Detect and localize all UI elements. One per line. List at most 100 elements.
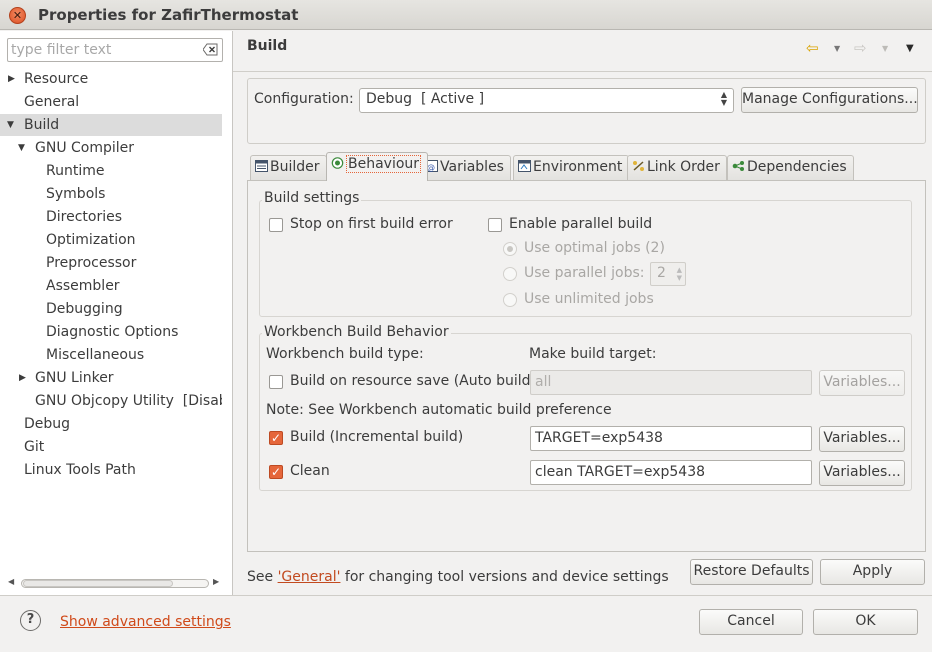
tree-item-git[interactable]: Git — [0, 436, 232, 459]
parallel-jobs-value: 2 — [657, 265, 666, 281]
behaviour-icon — [331, 157, 344, 169]
tree-item-debugging[interactable]: Debugging — [0, 298, 232, 321]
tree-item-debug[interactable]: Debug — [0, 413, 232, 436]
tab-behaviour[interactable]: Behaviour — [326, 152, 429, 181]
show-advanced-settings-link[interactable]: Show advanced settings — [60, 614, 231, 630]
tree-item-optimization[interactable]: Optimization — [0, 229, 232, 252]
incremental-variables-button[interactable]: Variables... — [819, 426, 905, 452]
back-arrow-icon[interactable]: ⇦ — [806, 39, 819, 57]
tree-item-resource[interactable]: ▶ Resource — [0, 68, 232, 91]
tab-link-order[interactable]: Link Order — [627, 155, 727, 180]
page-title: Build — [247, 38, 288, 54]
tree-item-linux-tools-path[interactable]: Linux Tools Path — [0, 459, 232, 482]
tree-item-label: Preprocessor — [46, 255, 137, 271]
workbench-legend: Workbench Build Behavior — [262, 324, 451, 340]
collapsed-arrow-icon[interactable]: ▶ — [8, 68, 15, 90]
tab-variables[interactable]: @ Variables — [420, 155, 511, 180]
tree-item-gnu-objcopy[interactable]: GNU Objcopy Utility [Disabl — [0, 390, 222, 413]
use-optimal-jobs-label: Use optimal jobs (2) — [524, 240, 665, 256]
configuration-select[interactable]: Debug [ Active ] ▲ ▼ — [359, 88, 734, 113]
scroll-left-icon[interactable]: ◀ — [8, 577, 14, 586]
incremental-build-checkbox[interactable]: ✓ — [269, 431, 283, 445]
expanded-arrow-icon[interactable]: ▼ — [18, 137, 25, 159]
tab-label: Environment — [533, 159, 623, 175]
scroll-right-icon[interactable]: ▶ — [213, 577, 219, 586]
clean-target-field[interactable]: clean TARGET=exp5438 — [530, 460, 812, 485]
scrollbar-thumb[interactable] — [23, 580, 173, 587]
enable-parallel-build-checkbox[interactable] — [488, 218, 502, 232]
forward-arrow-icon[interactable]: ⇨ — [854, 39, 867, 57]
header-separator — [233, 71, 932, 72]
tree-item-build[interactable]: ▼ Build — [0, 114, 232, 137]
expanded-arrow-icon[interactable]: ▼ — [7, 114, 14, 136]
tree-item-label: Directories — [46, 209, 123, 225]
use-unlimited-jobs-label: Use unlimited jobs — [524, 291, 654, 307]
auto-build-label: Build on resource save (Auto build) — [290, 373, 537, 389]
ok-button[interactable]: OK — [813, 609, 918, 635]
tree-item-label: Runtime — [46, 163, 105, 179]
clean-variables-button[interactable]: Variables... — [819, 460, 905, 486]
tree-item-gnu-compiler[interactable]: ▼ GNU Compiler — [0, 137, 232, 160]
spinner-arrows-icon[interactable]: ▲ ▼ — [677, 266, 682, 282]
view-menu-icon[interactable]: ▼ — [906, 43, 914, 54]
incremental-build-target-field[interactable]: TARGET=exp5438 — [530, 426, 812, 451]
tab-label: Link Order — [647, 159, 720, 175]
tree-item-general[interactable]: General — [0, 91, 232, 114]
window-title: Properties for ZafirThermostat — [38, 6, 299, 24]
collapsed-arrow-icon[interactable]: ▶ — [19, 367, 26, 389]
forward-history-icon[interactable]: ▼ — [882, 44, 888, 53]
builder-icon — [255, 160, 268, 172]
stop-on-first-error-checkbox[interactable] — [269, 218, 283, 232]
filter-box[interactable] — [7, 38, 223, 62]
restore-defaults-button[interactable]: Restore Defaults — [690, 559, 813, 585]
tab-environment[interactable]: Environment — [513, 155, 630, 180]
clean-checkbox[interactable]: ✓ — [269, 465, 283, 479]
configuration-label: Configuration: — [254, 91, 354, 107]
back-history-icon[interactable]: ▼ — [834, 44, 840, 53]
title-bar: ✕ Properties for ZafirThermostat — [0, 0, 932, 30]
tree-item-gnu-linker[interactable]: ▶ GNU Linker — [0, 367, 232, 390]
tree-item-symbols[interactable]: Symbols — [0, 183, 232, 206]
workbench-note: Note: See Workbench automatic build pref… — [266, 402, 612, 418]
auto-build-target-field[interactable]: all — [530, 370, 812, 395]
tab-label: Dependencies — [747, 159, 847, 175]
tree-item-miscellaneous[interactable]: Miscellaneous — [0, 344, 232, 367]
tree-item-preprocessor[interactable]: Preprocessor — [0, 252, 232, 275]
parallel-jobs-spinner[interactable]: 2 ▲ ▼ — [650, 262, 686, 286]
tree-item-diagnostic-options[interactable]: Diagnostic Options — [0, 321, 232, 344]
workbench-build-type-header: Workbench build type: — [266, 346, 424, 362]
tree-item-label: GNU Objcopy Utility [Disabl — [35, 393, 222, 409]
use-parallel-jobs-radio[interactable] — [503, 267, 517, 281]
tree-item-label: Optimization — [46, 232, 136, 248]
general-link[interactable]: 'General' — [278, 569, 341, 585]
tree-item-label: GNU Compiler — [35, 140, 135, 156]
tree-item-label: Diagnostic Options — [46, 324, 179, 340]
use-optimal-jobs-radio[interactable] — [503, 242, 517, 256]
cancel-button[interactable]: Cancel — [699, 609, 803, 635]
dependencies-icon — [732, 161, 744, 171]
use-unlimited-jobs-radio[interactable] — [503, 293, 517, 307]
auto-build-checkbox[interactable] — [269, 375, 283, 389]
apply-button[interactable]: Apply — [820, 559, 925, 585]
tree-item-label: Symbols — [46, 186, 106, 202]
clear-filter-icon[interactable] — [203, 43, 218, 56]
tree-item-label: Debugging — [46, 301, 123, 317]
tab-builder[interactable]: Builder — [250, 155, 327, 180]
tree-item-label: Git — [24, 439, 45, 455]
tree-item-assembler[interactable]: Assembler — [0, 275, 232, 298]
help-icon[interactable]: ? — [20, 610, 41, 631]
manage-configurations-button[interactable]: Manage Configurations... — [741, 87, 918, 113]
filter-input[interactable] — [11, 41, 191, 59]
close-window-button[interactable]: ✕ — [9, 7, 26, 24]
dialog-separator — [0, 595, 932, 596]
tree-item-runtime[interactable]: Runtime — [0, 160, 232, 183]
tab-dependencies[interactable]: Dependencies — [727, 155, 854, 180]
incremental-build-label: Build (Incremental build) — [290, 429, 464, 445]
configuration-value: Debug [ Active ] — [366, 91, 485, 107]
horizontal-scrollbar[interactable]: ◀ ▶ — [7, 576, 223, 590]
note-suffix: for changing tool versions and device se… — [340, 569, 669, 585]
tree-item-label: Build — [24, 117, 60, 133]
auto-build-variables-button[interactable]: Variables... — [819, 370, 905, 396]
tree-item-directories[interactable]: Directories — [0, 206, 232, 229]
tab-label: Variables — [440, 159, 504, 175]
